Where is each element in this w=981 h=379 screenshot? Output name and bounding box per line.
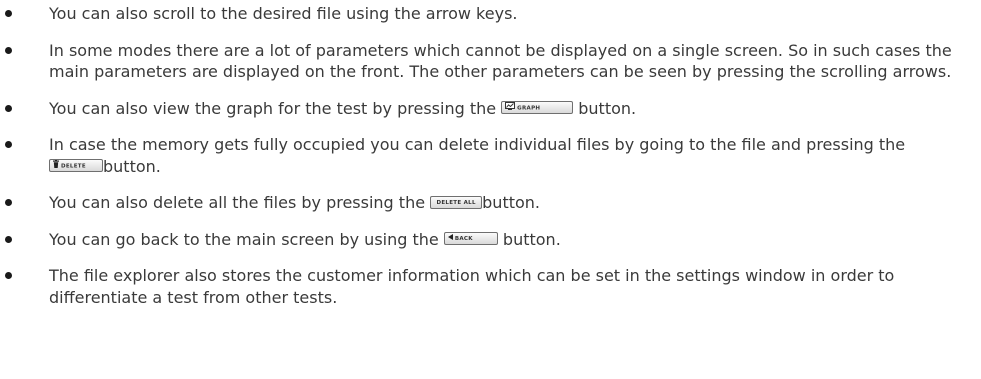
- bullet-text-after: button.: [482, 193, 540, 212]
- bullet-text-before: You can go back to the main screen by us…: [49, 229, 444, 249]
- back-button: BACK: [443, 232, 498, 245]
- bullet-text-after: button.: [497, 229, 561, 249]
- bullet-item-back: You can go back to the main screen by us…: [0, 229, 959, 251]
- bullet-dot-icon: [5, 46, 12, 54]
- bullet-item-parameters: In some modes there are a lot of paramet…: [0, 40, 959, 83]
- bullet-text-before: You can also delete all the files by pre…: [49, 193, 431, 212]
- back-arrow-icon: [447, 233, 453, 244]
- delete-button-label: DELETE: [61, 163, 86, 170]
- bullet-dot-icon: [5, 104, 12, 112]
- bullet-dot-icon: [5, 272, 12, 279]
- bullet-dot-icon: [5, 235, 12, 243]
- bullet-text: In some modes there are a lot of paramet…: [49, 40, 952, 82]
- bullet-text-before: You can also view the graph for the test…: [49, 98, 502, 118]
- bullet-item-graph: You can also view the graph for the test…: [0, 98, 959, 120]
- bullet-dot-icon: [5, 141, 12, 148]
- bullet-item-scroll: You can also scroll to the desired file …: [0, 3, 959, 25]
- bullet-item-delete-all: You can also delete all the files by pre…: [0, 192, 959, 214]
- bullet-text-after: button.: [103, 156, 161, 176]
- graph-button: GRAPH: [501, 101, 574, 114]
- bullet-dot-icon: [5, 199, 12, 206]
- bullet-dot-icon: [5, 10, 12, 17]
- bullet-text-before: In case the memory gets fully occupied y…: [49, 135, 906, 154]
- delete-all-button: DELETE ALL: [430, 195, 483, 209]
- document-page: You can also scroll to the desired file …: [0, 3, 981, 379]
- trash-icon: [53, 160, 59, 171]
- graph-icon: [505, 102, 516, 113]
- delete-all-button-label: DELETE ALL: [436, 199, 476, 206]
- delete-button: DELETE: [49, 159, 103, 172]
- graph-button-label: GRAPH: [517, 105, 541, 112]
- bullet-text: You can also scroll to the desired file …: [49, 4, 518, 23]
- bullet-item-customer-info: The file explorer also stores the custom…: [0, 265, 959, 308]
- bullet-list: You can also scroll to the desired file …: [0, 3, 981, 308]
- back-button-label: BACK: [454, 236, 473, 242]
- bullet-item-delete: In case the memory gets fully occupied y…: [0, 134, 959, 177]
- bullet-text: The file explorer also stores the custom…: [49, 266, 895, 307]
- bullet-text-after: button.: [573, 98, 637, 118]
